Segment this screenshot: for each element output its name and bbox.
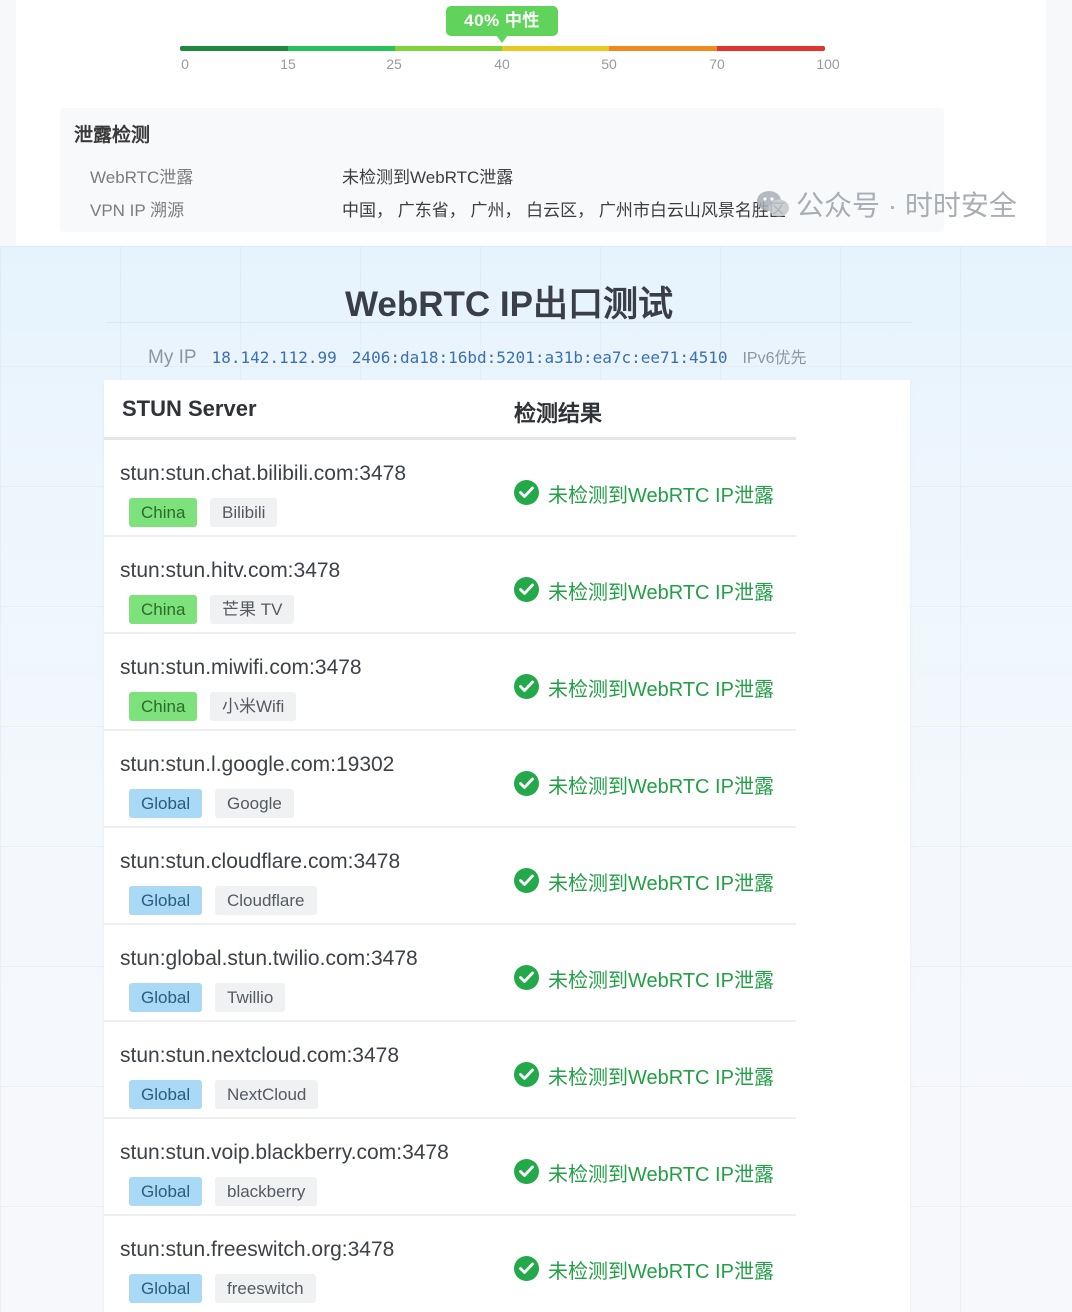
table-row: stun:stun.voip.blackberry.com:3478 Global… bbox=[104, 1119, 796, 1216]
leak-result-text: 未检测到WebRTC IP泄露 bbox=[548, 776, 774, 798]
vpn-ip-value: 中国， 广东省， 广州， 白云区， 广州市白云山风景名胜区 bbox=[342, 201, 786, 220]
check-circle-icon bbox=[514, 480, 539, 505]
table-row: stun:stun.chat.bilibili.com:3478 China Bil… bbox=[104, 440, 796, 537]
gauge-tick: 50 bbox=[601, 56, 617, 72]
leak-result-text: 未检测到WebRTC IP泄露 bbox=[548, 1261, 774, 1283]
check-circle-icon bbox=[514, 577, 539, 602]
gauge-tick: 25 bbox=[386, 56, 402, 72]
gauge-tick: 70 bbox=[709, 56, 725, 72]
stun-server-name: stun:stun.freeswitch.org:3478 bbox=[120, 1238, 395, 1261]
stun-server-name: stun:stun.voip.blackberry.com:3478 bbox=[120, 1141, 449, 1164]
region-badge: Global bbox=[129, 1080, 203, 1109]
wechat-icon bbox=[756, 189, 790, 219]
stun-server-name: stun:stun.l.google.com:19302 bbox=[120, 753, 395, 776]
provider-badge: freeswitch bbox=[215, 1274, 316, 1303]
provider-badge: Twillio bbox=[215, 983, 286, 1012]
provider-badge: 芒果 TV bbox=[210, 595, 295, 624]
webrtc-leak-label: WebRTC泄露 bbox=[90, 168, 194, 187]
stun-server-name: stun:stun.cloudflare.com:3478 bbox=[120, 850, 401, 873]
gauge-tick: 40 bbox=[494, 56, 510, 72]
table-row: stun:stun.cloudflare.com:3478 Global Cloud… bbox=[104, 828, 796, 925]
column-header-stun-server: STUN Server bbox=[122, 396, 257, 421]
title-divider bbox=[106, 322, 912, 323]
check-circle-icon bbox=[514, 674, 539, 699]
check-circle-icon bbox=[514, 1062, 539, 1087]
vpn-ip-label: VPN IP 溯源 bbox=[90, 201, 185, 220]
region-badge: Global bbox=[129, 1274, 203, 1303]
region-badge: Global bbox=[129, 983, 203, 1012]
table-row: stun:stun.hitv.com:3478 China 芒果 TV 未检测到Web… bbox=[104, 537, 796, 634]
gauge-segment-2 bbox=[395, 46, 502, 51]
provider-badge: 小米Wifi bbox=[210, 692, 297, 721]
leak-result-text: 未检测到WebRTC IP泄露 bbox=[548, 970, 774, 992]
risk-score-badge: 40% 中性 bbox=[446, 6, 558, 36]
check-circle-icon bbox=[514, 868, 539, 893]
check-circle-icon bbox=[514, 965, 539, 990]
check-circle-icon bbox=[514, 1256, 539, 1281]
table-row: stun:stun.nextcloud.com:3478 Global NextCl… bbox=[104, 1022, 796, 1119]
leak-result-text: 未检测到WebRTC IP泄露 bbox=[548, 485, 774, 507]
table-row: stun:stun.freeswitch.org:3478 Global frees… bbox=[104, 1216, 796, 1312]
stun-server-name: stun:stun.miwifi.com:3478 bbox=[120, 656, 362, 679]
gauge-segment-0 bbox=[180, 46, 288, 51]
gauge-tick: 0 bbox=[181, 56, 189, 72]
leak-result-text: 未检测到WebRTC IP泄露 bbox=[548, 873, 774, 895]
region-badge: China bbox=[129, 498, 198, 527]
my-ip-row: My IP 18.142.112.99 2406:da18:16bd:5201:… bbox=[148, 344, 807, 369]
ipv4-address[interactable]: 18.142.112.99 bbox=[212, 348, 337, 367]
leak-result-text: 未检测到WebRTC IP泄露 bbox=[548, 1164, 774, 1186]
gauge-tick: 100 bbox=[816, 56, 840, 72]
provider-badge: NextCloud bbox=[215, 1080, 319, 1109]
gauge-segment-5 bbox=[717, 46, 825, 51]
watermark: 公众号 · 时时安全 bbox=[756, 184, 1017, 224]
gauge-segment-4 bbox=[609, 46, 717, 51]
left-margin bbox=[0, 0, 16, 246]
table-row: stun:stun.l.google.com:19302 Global Google… bbox=[104, 731, 796, 828]
region-badge: Global bbox=[129, 789, 203, 818]
region-badge: Global bbox=[129, 886, 203, 915]
leak-result-text: 未检测到WebRTC IP泄露 bbox=[548, 582, 774, 604]
region-badge: China bbox=[129, 595, 198, 624]
region-badge: China bbox=[129, 692, 198, 721]
webrtc-test-title: WebRTC IP出口测试 bbox=[345, 285, 673, 324]
provider-badge: Cloudflare bbox=[215, 886, 317, 915]
leak-result-text: 未检测到WebRTC IP泄露 bbox=[548, 679, 774, 701]
gauge-segment-3 bbox=[502, 46, 609, 51]
provider-badge: Google bbox=[215, 789, 294, 818]
stun-server-name: stun:global.stun.twilio.com:3478 bbox=[120, 947, 418, 970]
watermark-text: 公众号 · 时时安全 bbox=[796, 190, 1017, 221]
provider-badge: blackberry bbox=[215, 1177, 318, 1206]
column-header-result: 检测结果 bbox=[514, 401, 603, 426]
risk-gauge-bar bbox=[180, 46, 825, 51]
stun-server-name: stun:stun.nextcloud.com:3478 bbox=[120, 1044, 400, 1067]
webrtc-leak-value: 未检测到WebRTC泄露 bbox=[342, 168, 514, 187]
leak-result-text: 未检测到WebRTC IP泄露 bbox=[548, 1067, 774, 1089]
gauge-pointer bbox=[496, 35, 508, 43]
stun-server-name: stun:stun.chat.bilibili.com:3478 bbox=[120, 462, 406, 485]
right-margin bbox=[1046, 0, 1072, 246]
table-row: stun:global.stun.twilio.com:3478 Global Tw… bbox=[104, 925, 796, 1022]
region-badge: Global bbox=[129, 1177, 203, 1206]
gauge-tick: 15 bbox=[280, 56, 296, 72]
ipv6-priority-tag: IPv6优先 bbox=[742, 350, 807, 367]
ipv6-address[interactable]: 2406:da18:16bd:5201:a31b:ea7c:ee71:4510 bbox=[352, 348, 728, 367]
leak-detection-title: 泄露检测 bbox=[74, 125, 151, 146]
stun-server-name: stun:stun.hitv.com:3478 bbox=[120, 559, 341, 582]
my-ip-label: My IP bbox=[148, 347, 197, 368]
check-circle-icon bbox=[514, 1159, 539, 1184]
provider-badge: Bilibili bbox=[210, 498, 278, 527]
check-circle-icon bbox=[514, 771, 539, 796]
table-row: stun:stun.miwifi.com:3478 China 小米Wifi 未检测到… bbox=[104, 634, 796, 731]
gauge-segment-1 bbox=[288, 46, 395, 51]
